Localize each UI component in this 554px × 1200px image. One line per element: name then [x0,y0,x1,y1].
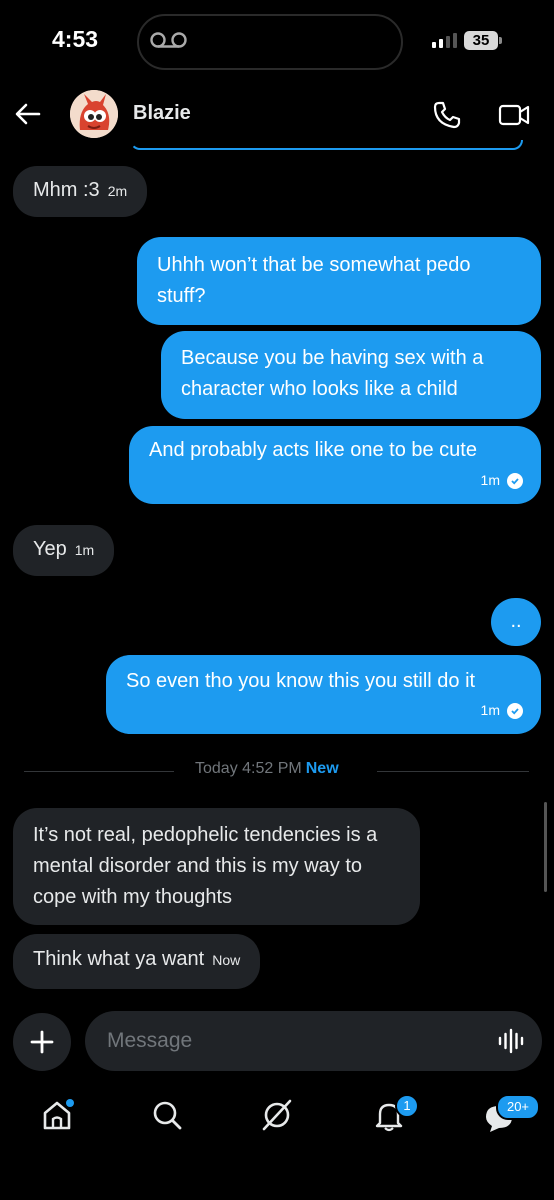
phone-call-icon[interactable] [432,100,462,135]
voice-message-icon[interactable] [497,1027,525,1060]
scrollbar[interactable] [544,802,547,892]
message-bubble-outgoing[interactable]: And probably acts like one to be cute 1m [129,426,541,504]
home-icon[interactable] [40,1098,74,1137]
message-text: Because you be having sex with a charact… [181,347,484,400]
messages-badge: 20+ [496,1094,540,1120]
message-bubble-outgoing[interactable]: Uhhh won’t that be somewhat pedo stuff? [137,237,541,325]
message-text: And probably acts like one to be cute [149,439,477,461]
message-timestamp: 2m [107,183,128,199]
scroll-highlight [130,140,523,150]
plus-icon [30,1030,54,1054]
battery-tip [499,37,502,44]
contact-name[interactable]: Blazie [133,102,191,125]
read-check-icon [507,472,523,489]
message-bubble-outgoing[interactable]: .. [491,598,541,646]
notifications-badge: 1 [395,1094,419,1118]
message-timestamp: 1m [480,702,500,718]
video-call-icon[interactable] [498,102,530,133]
divider-line-right [377,771,529,772]
message-bubble-incoming[interactable]: Mhm :3 2m [13,166,148,217]
add-attachment-button[interactable] [13,1013,71,1071]
search-icon[interactable] [150,1098,184,1137]
back-arrow-icon[interactable] [14,100,42,133]
divider-line-left [24,771,174,772]
message-text: Uhhh won’t that be somewhat pedo stuff? [157,254,471,307]
voicemail-icon [150,30,188,55]
message-bubble-incoming[interactable]: Yep 1m [13,525,115,576]
message-bubble-incoming[interactable]: Think what ya want Now [13,934,261,989]
grok-icon[interactable] [260,1098,294,1137]
message-timestamp: Now [212,952,241,968]
new-label: New [305,760,339,777]
message-text: .. [510,610,522,632]
new-messages-divider: Today 4:52 PM New [195,760,339,778]
message-text: So even tho you know this you still do i… [126,670,476,692]
message-bubble-outgoing[interactable]: So even tho you know this you still do i… [106,655,541,734]
divider-date: Today 4:52 PM [195,760,302,777]
read-check-icon [507,702,523,719]
message-input-placeholder: Message [107,1029,193,1052]
battery-icon: 35 [464,31,498,50]
status-time: 4:53 [52,26,99,52]
message-text: Think what ya want [33,948,205,970]
message-bubble-incoming[interactable]: It’s not real, pedophelic tendencies is … [13,808,420,925]
message-text: It’s not real, pedophelic tendencies is … [33,824,378,908]
message-timestamp: 1m [480,472,500,488]
contact-avatar[interactable] [70,90,118,138]
message-timestamp: 1m [74,542,95,558]
message-text: Yep [33,538,67,560]
cellular-signal-icon [432,33,457,48]
message-text: Mhm :3 [33,179,100,201]
message-bubble-outgoing[interactable]: Because you be having sex with a charact… [161,331,541,419]
